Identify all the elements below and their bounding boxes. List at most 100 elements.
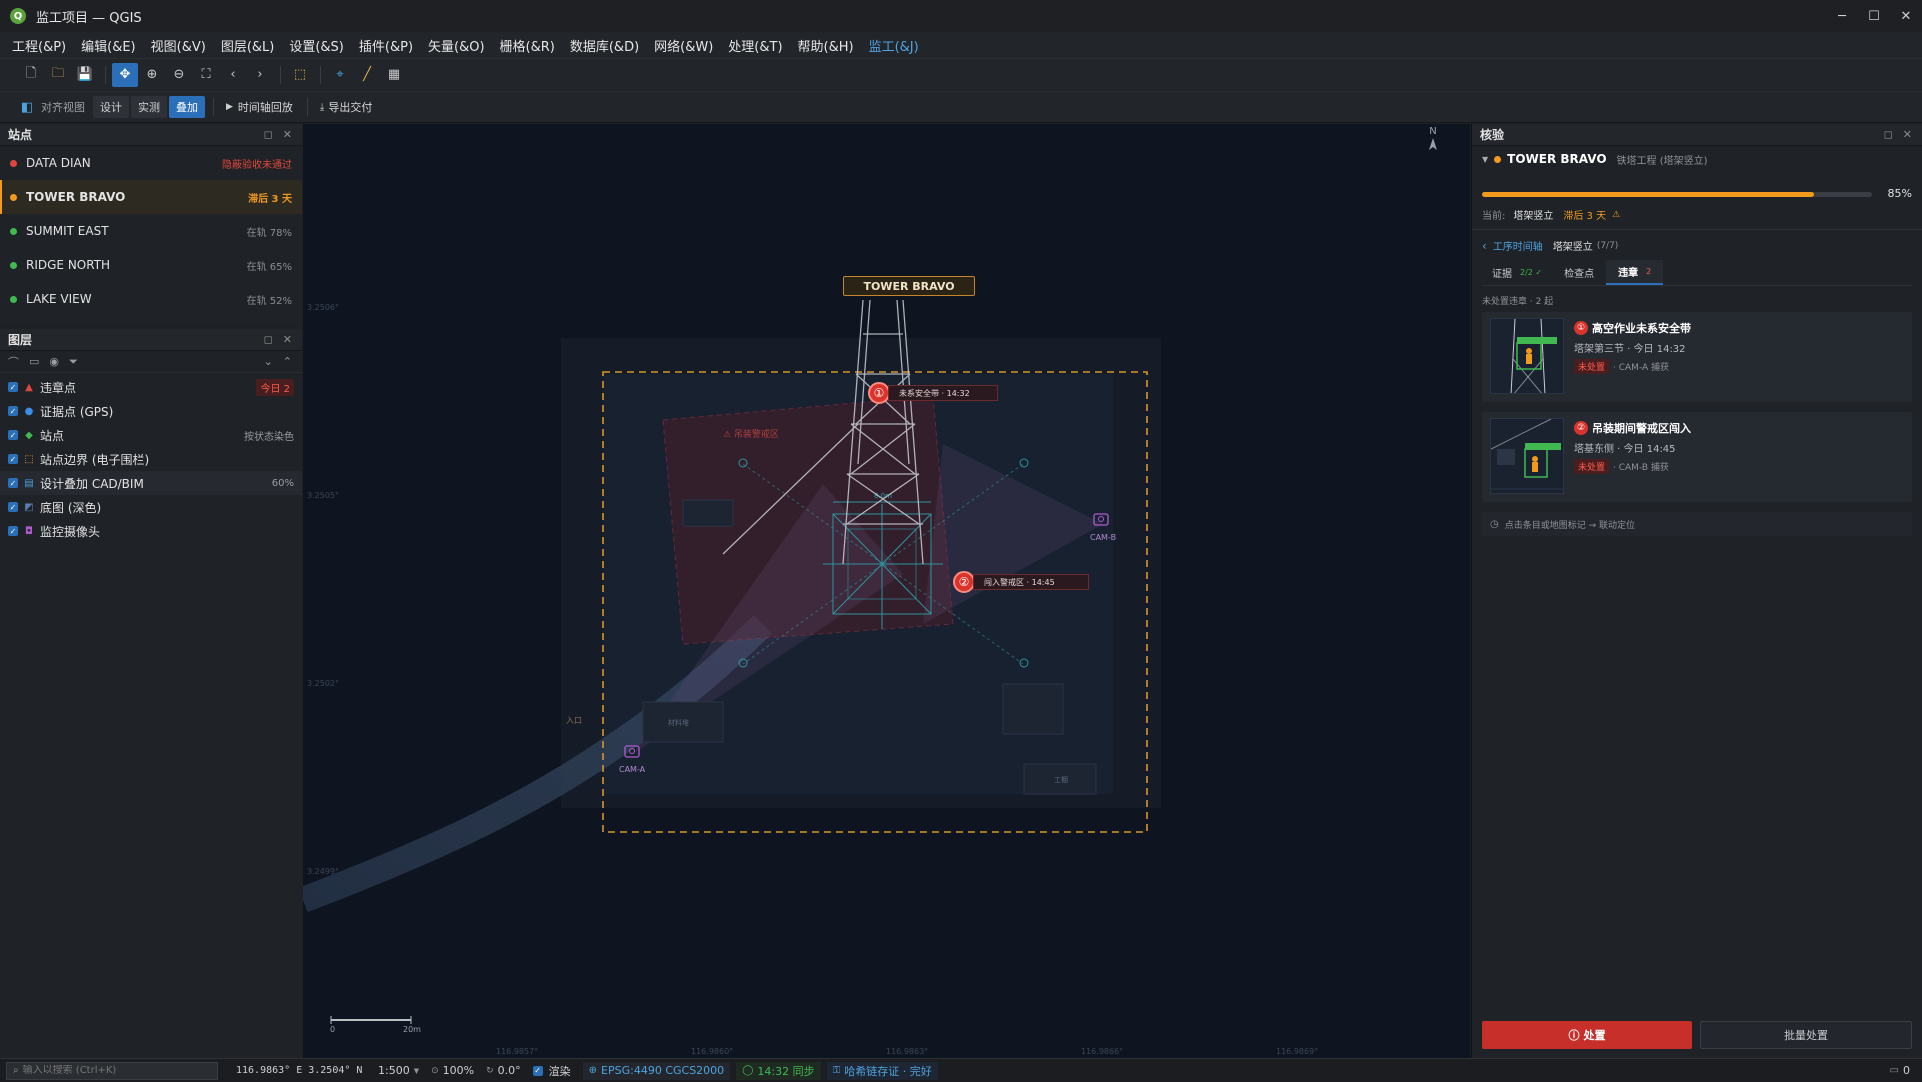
site-list-item[interactable]: LAKE VIEW 在轨 52%: [0, 282, 302, 316]
site-list-item[interactable]: RIDGE NORTH 在轨 65%: [0, 248, 302, 282]
collapse-all-icon[interactable]: ⌃: [283, 355, 292, 368]
render-toggle[interactable]: ✓ 渲染: [527, 1062, 577, 1080]
layer-item[interactable]: ✓ ▤ 设计叠加 CAD/BIM 60%: [0, 471, 302, 495]
select-feature-icon[interactable]: ⬚: [287, 63, 313, 87]
hash-chain-status[interactable]: ⚿ 哈希链存证 · 完好: [826, 1061, 938, 1080]
tab-checkpoints[interactable]: 检查点: [1552, 260, 1606, 285]
site-list-item[interactable]: SUMMIT EAST 在轨 78%: [0, 214, 302, 248]
layer-visibility-checkbox[interactable]: ✓: [8, 478, 18, 488]
layer-visibility-checkbox[interactable]: ✓: [8, 382, 18, 392]
zoom-full-icon[interactable]: ⛶: [193, 63, 219, 87]
back-chevron-icon[interactable]: ‹: [1482, 239, 1487, 253]
layer-item[interactable]: ✓ ⬚ 站点边界 (电子围栏): [0, 447, 302, 471]
menu-help[interactable]: 帮助(&H): [792, 36, 860, 55]
align-view-icon[interactable]: ◧: [18, 95, 36, 119]
violation-card-1[interactable]: ① 高空作业未系安全带 塔架第三节 · 今日 14:32 未处置 · CAM-A…: [1482, 312, 1912, 402]
search-box[interactable]: ⌕: [6, 1061, 218, 1080]
site-summary[interactable]: ▼ TOWER BRAVO 铁塔工程 (塔架竖立): [1472, 146, 1922, 172]
mode-design-button[interactable]: 设计: [93, 96, 129, 118]
maximize-button[interactable]: ☐: [1858, 0, 1890, 32]
layer-item[interactable]: ✓ ◆ 站点 按状态染色: [0, 423, 302, 447]
export-icon[interactable]: ⤓: [320, 102, 324, 113]
violation-marker-2[interactable]: ② 闯入警戒区 · 14:45: [953, 571, 1089, 593]
float-panel-icon[interactable]: ◻: [264, 333, 273, 346]
minimize-button[interactable]: ─: [1826, 0, 1858, 32]
menu-processing[interactable]: 处理(&T): [722, 36, 788, 55]
messages-button[interactable]: ▭ 0: [1884, 1062, 1916, 1080]
layer-visibility-checkbox[interactable]: ✓: [8, 502, 18, 512]
measure-icon[interactable]: ╱: [354, 63, 380, 87]
close-button[interactable]: ✕: [1890, 0, 1922, 32]
scale-selector[interactable]: 1:500 ▼: [372, 1062, 425, 1080]
float-panel-icon[interactable]: ◻: [1884, 128, 1893, 141]
zoom-next-icon[interactable]: ›: [247, 63, 273, 87]
layer-item[interactable]: ✓ ◘ 监控摄像头: [0, 519, 302, 543]
mode-overlay-button[interactable]: 叠加: [169, 96, 205, 118]
style-icon[interactable]: ⌒: [8, 354, 19, 370]
dispose-button[interactable]: ⓘ 处置: [1482, 1021, 1692, 1049]
menu-project[interactable]: 工程(&P): [6, 36, 72, 55]
layer-item[interactable]: ✓ ◩ 底图 (深色): [0, 495, 302, 519]
mode-survey-button[interactable]: 实测: [131, 96, 167, 118]
visibility-icon[interactable]: ◉: [49, 355, 59, 368]
map-canvas[interactable]: ⚠ 吊装警戒区 8.0m N CAM-A CAM-B 入口 材料堆 工棚 3.2…: [303, 124, 1470, 1058]
menu-raster[interactable]: 栅格(&R): [494, 36, 561, 55]
zoom-control[interactable]: ⊙ 100%: [425, 1062, 480, 1080]
site-status-dot: [10, 295, 17, 303]
zoom-out-icon[interactable]: ⊖: [166, 63, 192, 87]
open-folder-icon[interactable]: 🗀: [45, 63, 71, 87]
map-svg[interactable]: ⚠ 吊装警戒区 8.0m N CAM-A CAM-B 入口 材料堆 工棚 3.2…: [303, 124, 1470, 1058]
expand-all-icon[interactable]: ⌄: [264, 355, 273, 368]
hint-text: 点击条目或地图标记 → 联动定位: [1504, 520, 1635, 531]
menu-vector[interactable]: 矢量(&O): [422, 36, 491, 55]
violation-marker-1[interactable]: ① 未系安全带 · 14:32: [868, 382, 998, 404]
sync-status: ◯ 14:32 同步: [736, 1061, 821, 1080]
layer-visibility-checkbox[interactable]: ✓: [8, 454, 18, 464]
filter-icon[interactable]: ⏷: [69, 355, 78, 369]
add-group-icon[interactable]: ▭: [29, 355, 39, 368]
new-file-icon[interactable]: 🗋: [18, 63, 44, 87]
menu-supervision[interactable]: 监工(&J): [863, 36, 925, 55]
export-delivery-button[interactable]: 导出交付: [328, 99, 372, 115]
tab-violations[interactable]: 违章 2: [1606, 260, 1664, 285]
menu-web[interactable]: 网络(&W): [648, 36, 719, 55]
rotation-control[interactable]: ↻ 0.0°: [480, 1062, 527, 1080]
menu-view[interactable]: 视图(&V): [145, 36, 212, 55]
close-panel-icon[interactable]: ✕: [283, 128, 292, 141]
layer-visibility-checkbox[interactable]: ✓: [8, 406, 18, 416]
pan-tool-icon[interactable]: ✥: [112, 62, 138, 87]
menu-database[interactable]: 数据库(&D): [564, 36, 645, 55]
menu-edit[interactable]: 编辑(&E): [75, 36, 142, 55]
menu-plugins[interactable]: 插件(&P): [353, 36, 419, 55]
crs-button[interactable]: ⊕ EPSG:4490 CGCS2000: [582, 1061, 731, 1080]
sites-list: DATA DIAN 隐蔽验收未通过 TOWER BRAVO 滞后 3 天 SUMMIT …: [0, 146, 302, 316]
search-input[interactable]: [22, 1065, 203, 1076]
menu-settings[interactable]: 设置(&S): [283, 36, 350, 55]
float-panel-icon[interactable]: ◻: [264, 128, 273, 141]
timeline-playback-button[interactable]: 时间轴回放: [238, 99, 293, 115]
close-panel-icon[interactable]: ✕: [283, 333, 292, 346]
batch-dispose-button[interactable]: 批量处置: [1700, 1021, 1912, 1049]
site-list-item[interactable]: TOWER BRAVO 滞后 3 天: [0, 180, 302, 214]
menu-layer[interactable]: 图层(&L): [215, 36, 281, 55]
layer-visibility-checkbox[interactable]: ✓: [8, 430, 18, 440]
site-map-label[interactable]: TOWER BRAVO: [843, 276, 975, 296]
attribute-table-icon[interactable]: ▦: [381, 63, 407, 87]
identify-icon[interactable]: ⌖: [327, 63, 353, 87]
layer-item[interactable]: ✓ ▲ 违章点 今日 2: [0, 375, 302, 399]
close-panel-icon[interactable]: ✕: [1903, 128, 1912, 141]
play-icon[interactable]: ▶: [226, 102, 233, 112]
zoom-in-icon[interactable]: ⊕: [139, 63, 165, 87]
timeline-link[interactable]: 工序时间轴: [1493, 238, 1543, 253]
layer-item[interactable]: ✓ ● 证据点 (GPS): [0, 399, 302, 423]
layer-visibility-checkbox[interactable]: ✓: [8, 526, 18, 536]
align-view-label[interactable]: 对齐视图: [41, 99, 85, 115]
save-icon[interactable]: 💾: [72, 63, 98, 87]
collapse-caret-icon[interactable]: ▼: [1482, 155, 1488, 164]
site-list-item[interactable]: DATA DIAN 隐蔽验收未通过: [0, 146, 302, 180]
render-checkbox[interactable]: ✓: [532, 1065, 543, 1076]
zoom-last-icon[interactable]: ‹: [220, 63, 246, 87]
tab-evidence[interactable]: 证据 2/2 ✓: [1482, 260, 1552, 285]
thumbnail-svg: [1491, 419, 1563, 490]
violation-card-2[interactable]: ② 吊装期间警戒区闯入 塔基东侧 · 今日 14:45 未处置 · CAM-B …: [1482, 412, 1912, 502]
